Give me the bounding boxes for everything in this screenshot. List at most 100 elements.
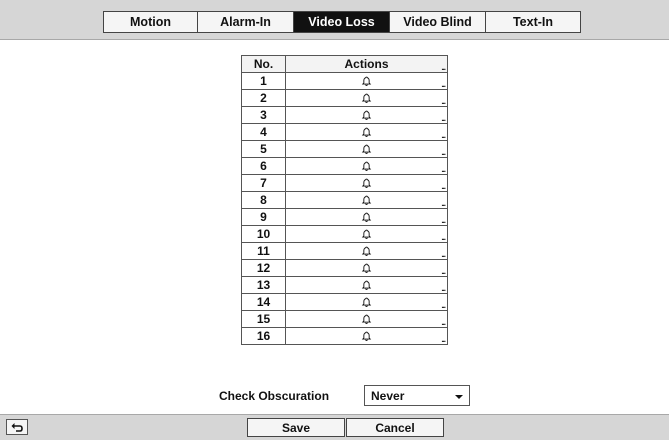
row-actions-cell[interactable]: ...	[285, 259, 448, 277]
table-row: 8...	[241, 191, 448, 209]
bell-icon	[361, 161, 372, 172]
row-actions-more-button[interactable]: ...	[441, 217, 446, 225]
bell-icon	[361, 212, 372, 223]
row-actions-more-button[interactable]: ...	[441, 115, 446, 123]
bell-icon	[361, 76, 372, 87]
row-actions-cell[interactable]: ...	[285, 225, 448, 243]
row-actions-more-button[interactable]: ...	[441, 200, 446, 208]
row-actions-cell[interactable]: ...	[285, 72, 448, 90]
bell-icon	[361, 127, 372, 138]
save-button[interactable]: Save	[247, 418, 345, 437]
table-row: 6...	[241, 157, 448, 175]
bell-icon	[361, 93, 372, 104]
row-actions-cell[interactable]: ...	[285, 310, 448, 328]
row-actions-more-button[interactable]: ...	[441, 319, 446, 327]
row-actions-more-button[interactable]: ...	[441, 302, 446, 310]
row-actions-cell[interactable]: ...	[285, 242, 448, 260]
table-row: 16...	[241, 327, 448, 345]
row-actions-cell[interactable]: ...	[285, 140, 448, 158]
column-header-no: No.	[241, 55, 286, 73]
row-actions-cell[interactable]: ...	[285, 327, 448, 345]
tab-video-loss[interactable]: Video Loss	[293, 11, 389, 33]
tab-motion[interactable]: Motion	[103, 11, 197, 33]
row-actions-cell[interactable]: ...	[285, 174, 448, 192]
row-actions-more-button[interactable]: ...	[441, 81, 446, 89]
bell-icon	[361, 195, 372, 206]
row-actions-cell[interactable]: ...	[285, 157, 448, 175]
table-row: 12...	[241, 259, 448, 277]
row-actions-more-button[interactable]: ...	[441, 149, 446, 157]
row-actions-cell[interactable]: ...	[285, 123, 448, 141]
check-obscuration-label: Check Obscuration	[219, 389, 330, 403]
check-obscuration-value: Never	[371, 389, 405, 403]
row-actions-cell[interactable]: ...	[285, 191, 448, 209]
back-button[interactable]	[6, 419, 28, 435]
bell-icon	[361, 280, 372, 291]
row-number: 1	[241, 72, 286, 90]
row-actions-more-button[interactable]: ...	[441, 268, 446, 276]
check-obscuration-dropdown[interactable]: Never	[364, 385, 470, 406]
table-row: 5...	[241, 140, 448, 158]
table-row: 14...	[241, 293, 448, 311]
row-number: 10	[241, 225, 286, 243]
table-header-row: No. Actions ...	[241, 55, 448, 73]
footer-bar: Save Cancel	[0, 414, 669, 440]
row-actions-cell[interactable]: ...	[285, 89, 448, 107]
table-row: 10...	[241, 225, 448, 243]
bell-icon	[361, 314, 372, 325]
row-actions-more-button[interactable]: ...	[441, 251, 446, 259]
tab-bar: Motion Alarm-In Video Loss Video Blind T…	[0, 0, 669, 40]
row-number: 9	[241, 208, 286, 226]
row-number: 7	[241, 174, 286, 192]
table-row: 1...	[241, 72, 448, 90]
back-arrow-icon	[11, 423, 23, 432]
row-number: 16	[241, 327, 286, 345]
row-actions-more-button[interactable]: ...	[441, 132, 446, 140]
tab-video-blind[interactable]: Video Blind	[389, 11, 485, 33]
row-actions-more-button[interactable]: ...	[441, 166, 446, 174]
row-number: 14	[241, 293, 286, 311]
tab-text-in[interactable]: Text-In	[485, 11, 581, 33]
column-header-actions: Actions ...	[285, 55, 448, 73]
bell-icon	[361, 144, 372, 155]
row-actions-more-button[interactable]: ...	[441, 183, 446, 191]
row-number: 12	[241, 259, 286, 277]
row-actions-cell[interactable]: ...	[285, 276, 448, 294]
row-actions-more-button[interactable]: ...	[441, 336, 446, 344]
row-number: 8	[241, 191, 286, 209]
row-number: 6	[241, 157, 286, 175]
cancel-button[interactable]: Cancel	[346, 418, 444, 437]
row-actions-more-button[interactable]: ...	[441, 234, 446, 242]
actions-header-more-button[interactable]: ...	[441, 64, 446, 72]
bell-icon	[361, 178, 372, 189]
video-loss-settings-screen: Motion Alarm-In Video Loss Video Blind T…	[0, 0, 669, 440]
row-number: 13	[241, 276, 286, 294]
table-row: 11...	[241, 242, 448, 260]
table-row: 9...	[241, 208, 448, 226]
row-number: 4	[241, 123, 286, 141]
table-row: 7...	[241, 174, 448, 192]
bell-icon	[361, 331, 372, 342]
row-actions-more-button[interactable]: ...	[441, 98, 446, 106]
column-header-actions-label: Actions	[344, 57, 389, 71]
table-row: 4...	[241, 123, 448, 141]
tab-alarm-in[interactable]: Alarm-In	[197, 11, 293, 33]
bell-icon	[361, 297, 372, 308]
bell-icon	[361, 110, 372, 121]
video-loss-table: No. Actions ... 1... 2... 3... 4... 5... 6...…	[241, 55, 448, 345]
row-number: 15	[241, 310, 286, 328]
table-row: 13...	[241, 276, 448, 294]
row-number: 11	[241, 242, 286, 260]
tab-strip: Motion Alarm-In Video Loss Video Blind T…	[103, 11, 581, 33]
bell-icon	[361, 229, 372, 240]
bell-icon	[361, 246, 372, 257]
table-row: 3...	[241, 106, 448, 124]
row-actions-cell[interactable]: ...	[285, 293, 448, 311]
row-actions-cell[interactable]: ...	[285, 208, 448, 226]
row-actions-cell[interactable]: ...	[285, 106, 448, 124]
bell-icon	[361, 263, 372, 274]
row-number: 5	[241, 140, 286, 158]
row-number: 2	[241, 89, 286, 107]
row-actions-more-button[interactable]: ...	[441, 285, 446, 293]
table-row: 2...	[241, 89, 448, 107]
